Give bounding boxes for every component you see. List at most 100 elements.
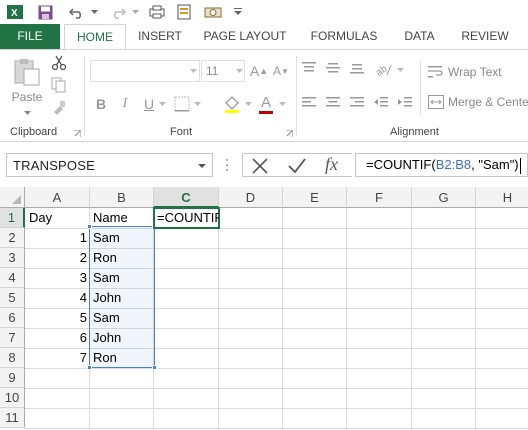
underline-button[interactable]: U bbox=[140, 94, 158, 114]
column-header-c[interactable]: C bbox=[154, 187, 219, 208]
tab-file[interactable]: FILE bbox=[0, 24, 60, 49]
name-box[interactable]: TRANSPOSE bbox=[6, 153, 213, 177]
copy-icon[interactable] bbox=[50, 76, 68, 94]
fill-color-icon[interactable] bbox=[222, 94, 242, 114]
cell-b1[interactable]: Name bbox=[91, 208, 153, 228]
tab-review[interactable]: REVIEW bbox=[452, 24, 518, 49]
cell-b2[interactable]: Sam bbox=[91, 228, 153, 248]
cell-a1[interactable]: Day bbox=[27, 208, 89, 228]
cell-a7[interactable]: 6 bbox=[25, 328, 89, 348]
font-name-dropdown-icon[interactable] bbox=[188, 66, 198, 76]
top-align-icon[interactable] bbox=[300, 60, 318, 76]
formula-bar-grip-icon[interactable] bbox=[225, 157, 229, 173]
merge-center-icon bbox=[428, 95, 444, 109]
font-color-button[interactable]: A bbox=[256, 92, 276, 116]
row-header-3[interactable]: 3 bbox=[0, 248, 25, 268]
redo-dropdown-icon[interactable] bbox=[130, 3, 140, 21]
underline-dropdown-icon[interactable] bbox=[158, 100, 166, 108]
row-header-10[interactable]: 10 bbox=[0, 388, 25, 408]
paste-icon[interactable] bbox=[10, 56, 44, 88]
formula-range-ref: B2:B8 bbox=[435, 157, 472, 172]
cell-a5[interactable]: 4 bbox=[25, 288, 89, 308]
shrink-font-button[interactable]: A ▼ bbox=[272, 60, 290, 82]
clipboard-launcher-icon[interactable] bbox=[72, 128, 82, 138]
cell-b6[interactable]: Sam bbox=[91, 308, 153, 328]
orientation-icon[interactable]: ab bbox=[374, 60, 394, 78]
insert-function-button[interactable]: fx bbox=[325, 154, 338, 175]
row-header-5[interactable]: 5 bbox=[0, 288, 25, 308]
excel-logo-icon: X bbox=[6, 3, 24, 21]
enter-check-icon[interactable] bbox=[287, 157, 307, 178]
grow-font-button[interactable]: A ▲ bbox=[250, 60, 268, 82]
name-box-dropdown-icon[interactable] bbox=[198, 157, 206, 176]
column-header-f[interactable]: F bbox=[347, 187, 412, 208]
row-header-1[interactable]: 1 bbox=[0, 208, 25, 228]
row-header-2[interactable]: 2 bbox=[0, 228, 25, 248]
align-right-icon[interactable] bbox=[348, 94, 366, 110]
select-all-corner[interactable] bbox=[0, 187, 25, 208]
column-header-e[interactable]: E bbox=[283, 187, 347, 208]
form-icon[interactable] bbox=[175, 3, 193, 21]
tab-formulas[interactable]: FORMULAS bbox=[302, 24, 386, 49]
row-header-11[interactable]: 11 bbox=[0, 408, 25, 428]
column-header-g[interactable]: G bbox=[412, 187, 476, 208]
row-header-9[interactable]: 9 bbox=[0, 368, 25, 388]
tab-data[interactable]: DATA bbox=[392, 24, 447, 49]
format-painter-icon[interactable] bbox=[50, 98, 68, 116]
tab-page-layout[interactable]: PAGE LAYOUT bbox=[195, 24, 295, 49]
row-header-8[interactable]: 8 bbox=[0, 348, 25, 368]
bold-button[interactable]: B bbox=[92, 94, 110, 114]
undo-icon[interactable] bbox=[66, 3, 88, 21]
italic-button[interactable]: I bbox=[116, 94, 134, 114]
orientation-dropdown-icon[interactable] bbox=[396, 66, 404, 74]
undo-dropdown-icon[interactable] bbox=[89, 3, 99, 21]
row-header-7[interactable]: 7 bbox=[0, 328, 25, 348]
cell-c1[interactable]: =COUNTIF bbox=[155, 208, 219, 228]
font-size-dropdown-icon[interactable] bbox=[234, 66, 244, 76]
wrap-text-button[interactable]: Wrap Text bbox=[428, 62, 528, 82]
redo-icon[interactable] bbox=[107, 3, 129, 21]
column-header-b[interactable]: B bbox=[90, 187, 154, 208]
cell-b3[interactable]: Ron bbox=[91, 248, 153, 268]
print-preview-icon[interactable] bbox=[148, 3, 166, 21]
merge-center-button[interactable]: Merge & Cente bbox=[428, 92, 528, 112]
borders-icon[interactable] bbox=[172, 94, 192, 114]
cell-a2[interactable]: 1 bbox=[25, 228, 89, 248]
camera-icon[interactable] bbox=[203, 3, 223, 21]
row-header-6[interactable]: 6 bbox=[0, 308, 25, 328]
cell-b8[interactable]: Ron bbox=[91, 348, 153, 368]
increase-indent-icon[interactable] bbox=[396, 94, 414, 110]
ribbon: Paste Clipboard 11 A ▲ A ▼ B I U A Font … bbox=[0, 49, 528, 142]
cell-a4[interactable]: 3 bbox=[25, 268, 89, 288]
decrease-indent-icon[interactable] bbox=[372, 94, 390, 110]
save-icon[interactable] bbox=[36, 3, 54, 21]
cancel-icon[interactable] bbox=[251, 157, 269, 178]
align-center-icon[interactable] bbox=[324, 94, 342, 110]
cell-b5[interactable]: John bbox=[91, 288, 153, 308]
font-name-box[interactable] bbox=[90, 60, 200, 82]
cut-icon[interactable] bbox=[50, 54, 68, 72]
paste-label[interactable]: Paste bbox=[8, 90, 46, 104]
font-color-dropdown-icon[interactable] bbox=[278, 100, 286, 108]
align-left-icon[interactable] bbox=[300, 94, 318, 110]
row-header-4[interactable]: 4 bbox=[0, 268, 25, 288]
font-size-value: 11 bbox=[206, 64, 219, 78]
customize-qat-icon[interactable] bbox=[233, 3, 243, 21]
tab-insert[interactable]: INSERT bbox=[130, 24, 190, 49]
fill-color-dropdown-icon[interactable] bbox=[244, 100, 252, 108]
column-header-a[interactable]: A bbox=[25, 187, 90, 208]
cell-a6[interactable]: 5 bbox=[25, 308, 89, 328]
cell-b7[interactable]: John bbox=[91, 328, 153, 348]
paste-dropdown-icon[interactable] bbox=[20, 108, 34, 118]
cell-a3[interactable]: 2 bbox=[25, 248, 89, 268]
formula-input[interactable]: =COUNTIF(B2:B8, "Sam") bbox=[355, 153, 528, 177]
column-header-h[interactable]: H bbox=[476, 187, 528, 208]
cell-b4[interactable]: Sam bbox=[91, 268, 153, 288]
font-launcher-icon[interactable] bbox=[284, 128, 294, 138]
middle-align-icon[interactable] bbox=[324, 60, 342, 76]
column-header-d[interactable]: D bbox=[219, 187, 283, 208]
cell-a8[interactable]: 7 bbox=[25, 348, 89, 368]
bottom-align-icon[interactable] bbox=[348, 60, 366, 76]
borders-dropdown-icon[interactable] bbox=[193, 100, 201, 108]
tab-home[interactable]: HOME bbox=[64, 24, 126, 50]
